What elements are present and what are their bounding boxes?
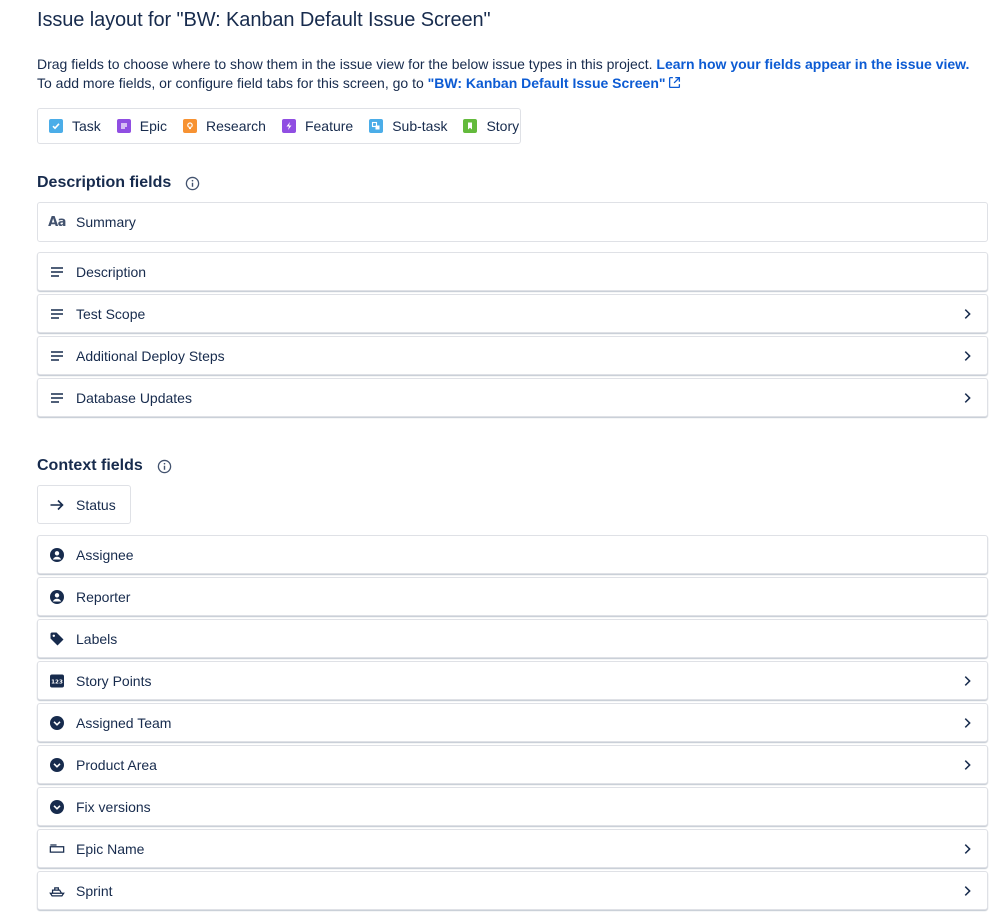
intro-line-1: Drag fields to choose where to show them… [37,56,657,72]
field-product-area[interactable]: Product Area [37,745,988,784]
short-text-icon [48,840,66,858]
chevron-right-icon[interactable] [959,715,975,731]
field-assignee[interactable]: Assignee [37,535,988,574]
field-database-updates[interactable]: Database Updates [37,378,988,417]
field-summary[interactable]: Aa Summary [37,202,988,242]
screen-config-link[interactable]: "BW: Kanban Default Issue Screen" [428,75,681,91]
person-icon [48,588,66,606]
section-title: Description fields [37,174,172,191]
issue-type-story: Story [463,118,519,134]
dropdown-icon [48,798,66,816]
svg-text:123: 123 [51,679,63,685]
issue-type-label: Research [206,118,266,134]
paragraph-icon [48,389,66,407]
issue-type-research: Research [183,118,266,134]
field-label: Reporter [76,588,131,605]
research-icon [183,119,198,133]
screen-config-link-label: "BW: Kanban Default Issue Screen" [427,75,666,91]
issue-type-label: Feature [304,118,354,134]
issue-type-feature: Feature [281,118,354,134]
field-label: Status [76,496,116,513]
field-fix-versions[interactable]: Fix versions [37,787,988,826]
text-aa-icon: Aa [48,214,66,230]
field-sprint[interactable]: Sprint [37,871,988,910]
field-label: Labels [76,630,118,647]
chevron-right-icon[interactable] [959,348,975,364]
dropdown-icon [48,714,66,732]
task-icon [49,119,63,133]
field-epic-name[interactable]: Epic Name [37,829,988,868]
sprint-icon [48,882,66,900]
issue-type-label: Task [72,118,101,134]
field-assigned-team[interactable]: Assigned Team [37,703,988,742]
field-label: Fix versions [76,798,151,815]
issue-type-subtask: Sub-task [369,118,447,134]
field-story-points[interactable]: 123 Story Points [37,661,988,700]
tag-icon [48,630,66,648]
info-icon[interactable] [157,459,172,474]
field-status[interactable]: Status [37,485,131,524]
intro-line-2: To add more fields, or configure field t… [37,75,428,91]
field-label: Sprint [76,882,113,899]
external-link-icon [668,76,680,89]
paragraph-icon [48,305,66,323]
context-fields-heading: Context fields [37,457,172,475]
field-description[interactable]: Description [37,252,988,291]
field-labels[interactable]: Labels [37,619,988,658]
field-label: Assigned Team [76,714,172,731]
info-icon[interactable] [185,176,200,191]
arrow-right-icon [48,496,66,514]
paragraph-icon [48,347,66,365]
chevron-right-icon[interactable] [959,757,975,773]
field-label: Epic Name [76,840,145,857]
field-label: Description [76,263,147,280]
issue-types-list: Task Epic Research Feature Sub-task Stor… [37,108,521,144]
dropdown-icon [48,756,66,774]
field-label: Assignee [76,546,134,563]
issue-type-label: Story [486,118,520,134]
issue-type-label: Sub-task [392,118,448,134]
chevron-right-icon[interactable] [959,390,975,406]
epic-icon [116,119,131,133]
chevron-right-icon[interactable] [959,883,975,899]
field-label: Additional Deploy Steps [76,347,225,364]
chevron-right-icon[interactable] [959,841,975,857]
field-label: Story Points [76,672,152,689]
description-fields-heading: Description fields [37,174,200,192]
issue-type-label: Epic [139,118,168,134]
field-label: Summary [76,214,136,230]
chevron-right-icon[interactable] [959,673,975,689]
page-title: Issue layout for "BW: Kanban Default Iss… [37,9,491,31]
field-reporter[interactable]: Reporter [37,577,988,616]
story-icon [463,119,478,133]
learn-more-link[interactable]: Learn how your fields appear in the issu… [656,56,969,72]
intro-text: Drag fields to choose where to show them… [37,55,969,93]
field-label: Product Area [76,756,157,773]
field-label: Database Updates [76,389,192,406]
issue-type-task: Task [49,118,101,134]
chevron-right-icon[interactable] [959,306,975,322]
person-icon [48,546,66,564]
section-title: Context fields [37,457,143,474]
paragraph-icon [48,263,66,281]
subtask-icon [369,119,384,133]
number-icon: 123 [48,672,66,690]
field-additional-deploy-steps[interactable]: Additional Deploy Steps [37,336,988,375]
field-label: Test Scope [76,305,146,322]
issue-type-epic: Epic [116,118,168,134]
field-test-scope[interactable]: Test Scope [37,294,988,333]
feature-icon [281,119,296,133]
